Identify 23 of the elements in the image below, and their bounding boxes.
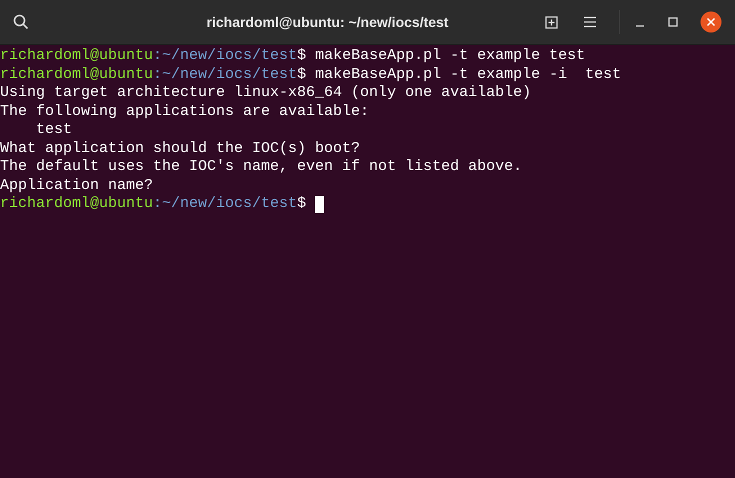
- output-line: Using target architecture linux-x86_64 (only one available): [0, 84, 532, 102]
- close-icon[interactable]: [700, 11, 722, 33]
- prompt-user-host: richardoml@ubuntu: [0, 47, 154, 66]
- menu-icon[interactable]: [583, 16, 597, 28]
- new-tab-icon[interactable]: [544, 14, 560, 30]
- output-line: The default uses the IOC's name, even if not listed above.: [0, 158, 522, 176]
- prompt-path: :~/new/iocs/test: [153, 66, 298, 84]
- prompt-path: :~/new/iocs/test: [153, 47, 298, 66]
- output-line: test: [35, 121, 72, 140]
- prompt-user-host: richardoml@ubuntu: [0, 195, 154, 214]
- output-line: What application should the IOC(s) boot?: [0, 140, 360, 158]
- prompt-symbol: $: [297, 47, 306, 66]
- prompt-path: :~/new/iocs/test: [153, 195, 298, 214]
- prompt-user-host: richardoml@ubuntu: [0, 66, 154, 84]
- prompt-symbol: $: [297, 195, 306, 214]
- command-text: makeBaseApp.pl -t example -i test: [314, 66, 622, 84]
- search-icon[interactable]: [13, 14, 29, 30]
- output-line: Application name?: [0, 176, 154, 195]
- maximize-icon[interactable]: [668, 17, 678, 27]
- prompt-symbol: $: [297, 66, 306, 84]
- output-line: The following applications are available:: [0, 102, 370, 121]
- window-title: richardoml@ubuntu: ~/new/iocs/test: [206, 12, 448, 32]
- command-text: makeBaseApp.pl -t example test: [314, 47, 586, 66]
